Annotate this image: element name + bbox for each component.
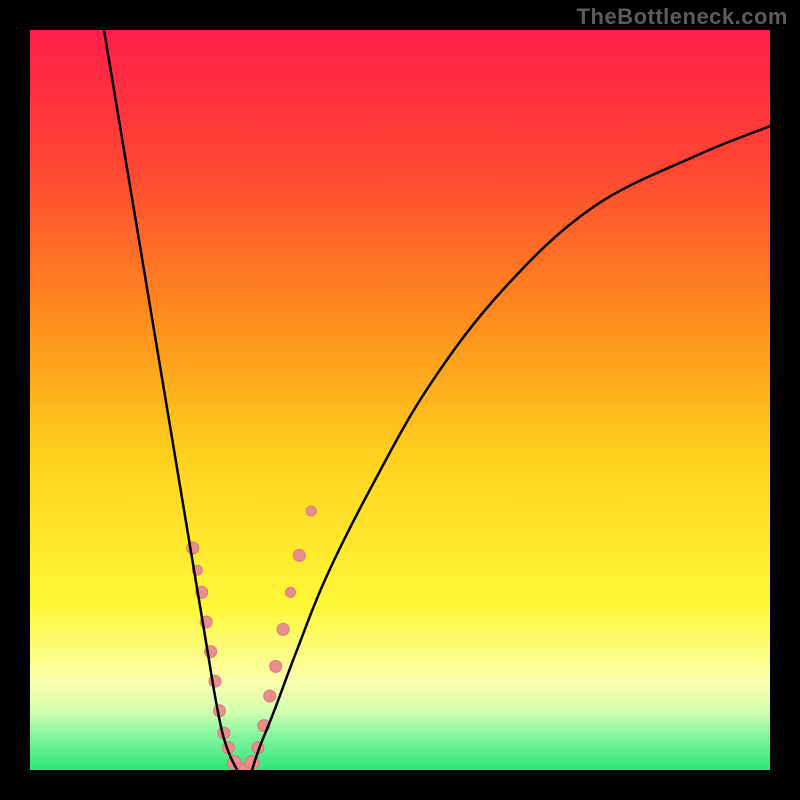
left-curve xyxy=(104,30,237,770)
chart-frame: TheBottleneck.com xyxy=(0,0,800,800)
curves-layer xyxy=(30,30,770,770)
data-marker xyxy=(293,549,305,561)
data-marker xyxy=(277,623,289,635)
data-marker xyxy=(285,587,295,597)
watermark-text: TheBottleneck.com xyxy=(577,4,788,30)
data-marker xyxy=(264,690,276,702)
data-marker xyxy=(270,660,282,672)
right-curve xyxy=(252,126,770,770)
data-marker xyxy=(306,506,316,516)
plot-area xyxy=(30,30,770,770)
